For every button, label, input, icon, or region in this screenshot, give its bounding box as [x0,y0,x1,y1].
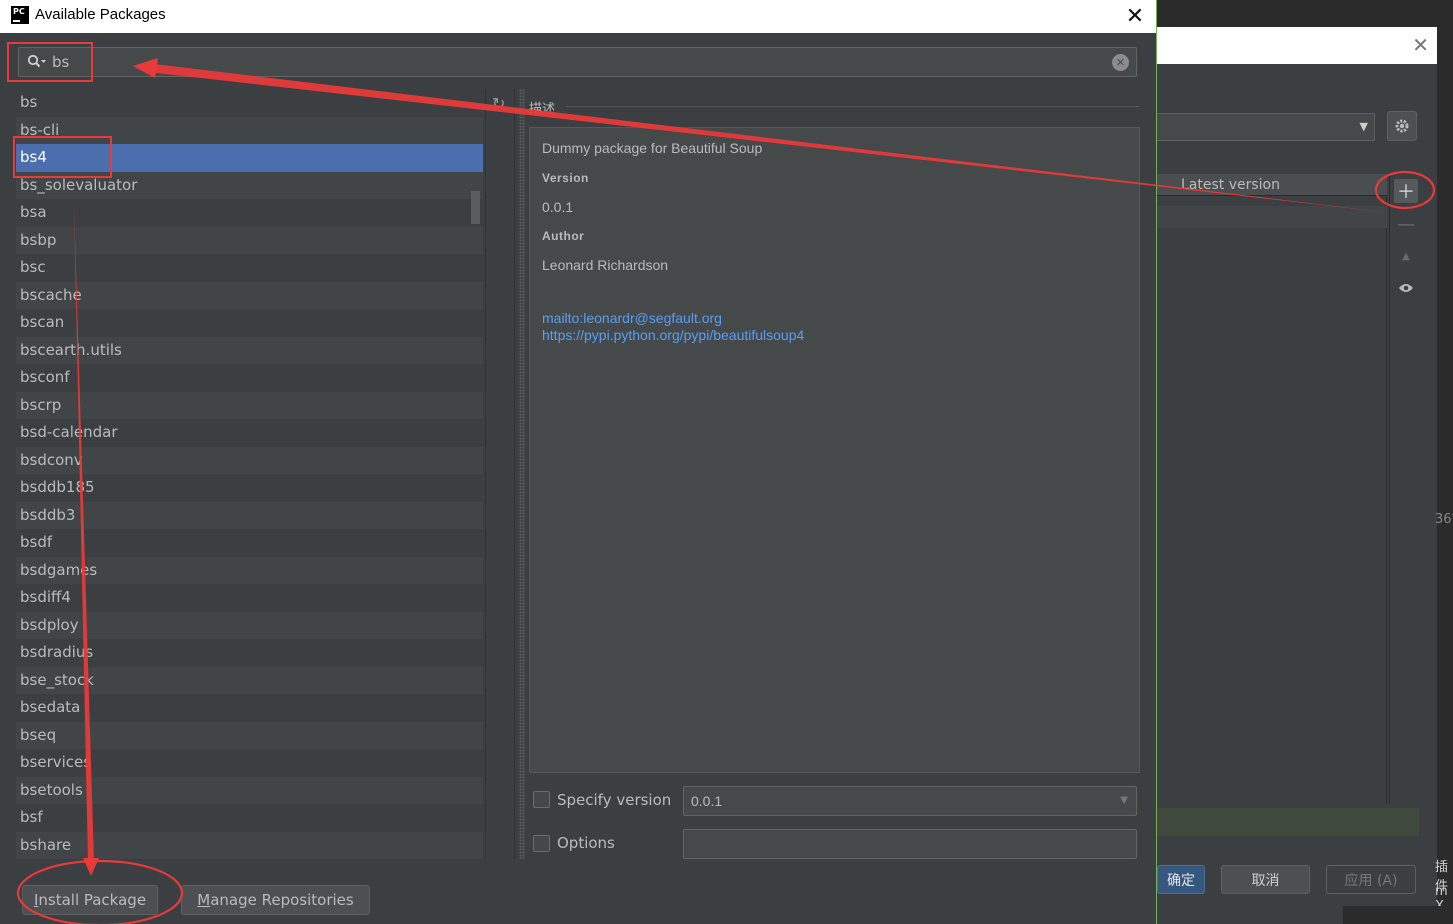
options-checkbox[interactable] [533,835,550,852]
version-select[interactable]: 0.0.1 ▼ [683,786,1137,816]
author-email-link[interactable]: mailto:leonardr@segfault.org [542,310,722,326]
background-titlebar: ✕ [1157,27,1437,64]
install-package-label: Install Package [33,891,147,909]
list-item[interactable]: bsf [16,804,483,832]
install-package-button[interactable]: Install Package [22,885,158,915]
table-row[interactable] [1157,206,1387,228]
list-item[interactable]: bscan [16,309,483,337]
refresh-strip: ↻ [485,89,515,859]
author-value: Leonard Richardson [542,257,669,273]
package-list[interactable]: bs bs-cli bs4 bs_solevaluator bsa bsbp bsc bsca… [16,89,483,859]
list-item[interactable]: bsdf [16,529,483,557]
list-item[interactable]: bs [16,89,483,117]
list-item[interactable]: bs-cli [16,116,483,144]
text-fragment: 36' [1435,512,1453,527]
remove-icon[interactable]: — [1394,212,1418,236]
list-item[interactable]: bsdgames [16,556,483,584]
search-input[interactable] [52,52,1092,72]
eye-icon[interactable] [1394,276,1418,300]
author-heading: Author [542,229,585,243]
refresh-icon[interactable]: ↻ [492,94,505,113]
pycharm-app-icon: PC [11,6,29,24]
list-item[interactable]: bshare [16,831,483,859]
list-item[interactable]: bsd-calendar [16,419,483,447]
add-icon[interactable]: ＋ [1394,179,1418,203]
chevron-down-icon: ▼ [1120,795,1128,806]
manage-repositories-button[interactable]: Manage Repositories [181,885,370,915]
options-input[interactable] [683,829,1137,859]
list-item[interactable]: bsddb3 [16,501,483,529]
list-item[interactable]: bscrp [16,391,483,419]
description-panel: Dummy package for Beautiful Soup Version… [529,127,1140,773]
pypi-link[interactable]: https://pypi.python.org/pypi/beautifulso… [542,327,804,343]
package-toolbar: ＋ — ▲ [1389,174,1419,804]
description-section-label: 描述 [529,102,556,117]
clear-icon[interactable]: ✕ [1112,54,1129,71]
interpreter-select[interactable]: ▼ [1157,113,1375,141]
search-icon[interactable] [27,54,47,70]
list-item[interactable]: bsdploy [16,611,483,639]
window-title: Available Packages [35,6,166,23]
specify-version-checkbox[interactable] [533,791,550,808]
close-icon[interactable]: ✕ [1121,2,1149,30]
apply-button[interactable]: 应用 (A) [1326,865,1416,894]
list-item[interactable]: bsetools [16,776,483,804]
installed-packages-table[interactable]: Latest version [1157,174,1387,804]
list-item[interactable]: bsedata [16,694,483,722]
list-item[interactable]: bsconf [16,364,483,392]
list-item[interactable]: bscache [16,281,483,309]
list-item[interactable]: bse_stock [16,666,483,694]
list-item[interactable]: bs4 [16,144,483,172]
titlebar: PC Available Packages ✕ [0,0,1156,33]
background-bottom-strip [1343,906,1453,924]
package-summary: Dummy package for Beautiful Soup [542,140,763,156]
manage-repositories-label: Manage Repositories [197,891,354,909]
list-item[interactable]: bsc [16,254,483,282]
list-item[interactable]: bservices [16,749,483,777]
list-item[interactable]: bsdiff4 [16,584,483,612]
background-top-strip [1157,0,1453,27]
options-label[interactable]: Options [557,834,615,852]
splitter-handle[interactable] [519,89,525,859]
version-heading: Version [542,171,589,185]
available-packages-dialog: PC Available Packages ✕ ✕ bsbs-clibs4bs_… [0,0,1157,924]
background-settings-dialog: ✕ ▼ Latest version ＋ — ▲ 36' 插件 m X 确定 取… [1157,0,1453,924]
list-item[interactable]: bsa [16,199,483,227]
upgrade-icon[interactable]: ▲ [1394,244,1418,268]
list-item[interactable]: bsdconv [16,446,483,474]
ok-button[interactable]: 确定 [1157,865,1205,894]
search-box[interactable]: ✕ [18,47,1137,77]
background-edge [1437,27,1453,924]
chevron-down-icon: ▼ [1359,120,1368,133]
cancel-button[interactable]: 取消 [1221,865,1310,894]
list-item[interactable]: bscearth.utils [16,336,483,364]
list-item[interactable]: bs_solevaluator [16,171,483,199]
list-item[interactable]: bsddb185 [16,474,483,502]
version-select-value: 0.0.1 [691,793,723,809]
column-header-latest-version[interactable]: Latest version [1157,174,1387,196]
list-item[interactable]: bsbp [16,226,483,254]
list-item[interactable]: bsdradius [16,639,483,667]
specify-version-label[interactable]: Specify version [557,791,671,809]
background-close-icon[interactable]: ✕ [1412,33,1429,57]
version-value: 0.0.1 [542,199,574,215]
list-scrollbar[interactable] [471,191,480,224]
gear-icon[interactable] [1387,111,1417,141]
status-bar [1157,808,1419,836]
description-divider [566,106,1139,107]
list-item[interactable]: bseq [16,721,483,749]
